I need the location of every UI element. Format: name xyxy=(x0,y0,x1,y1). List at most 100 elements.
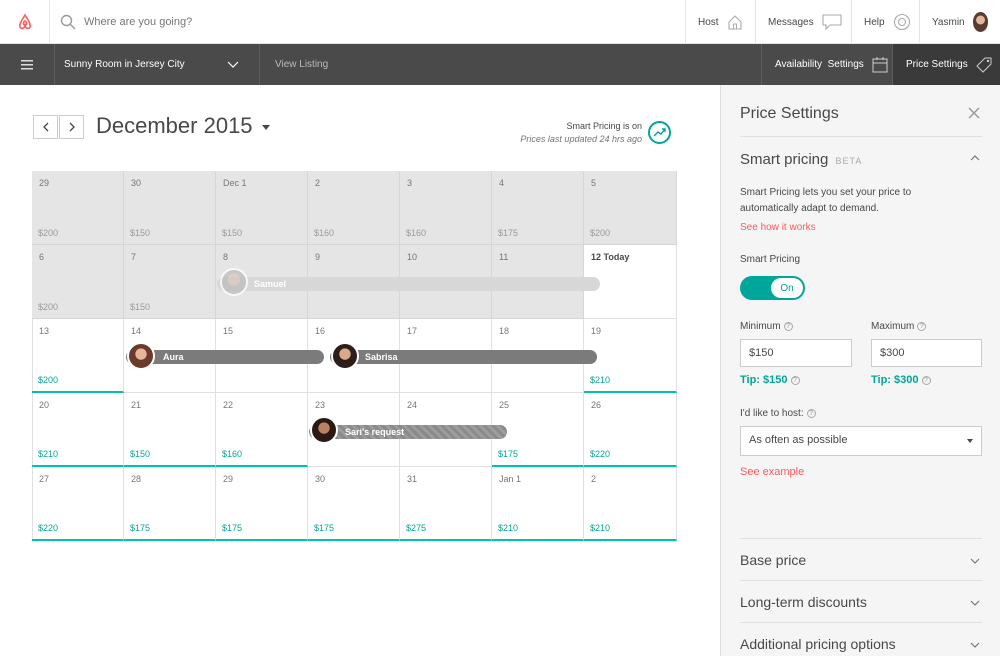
calendar-day[interactable]: 7 $150 xyxy=(124,245,216,319)
day-price: $210 xyxy=(38,449,59,459)
chevron-down-icon[interactable] xyxy=(970,556,980,566)
calendar-day[interactable]: 2 $210 xyxy=(584,467,677,541)
calendar-day[interactable]: 13 $200 xyxy=(32,319,124,393)
day-price: $175 xyxy=(498,228,519,238)
reservation-guest-name: Samuel xyxy=(254,279,287,289)
price-settings-tab[interactable]: Price Settings xyxy=(893,44,1000,85)
host-link[interactable]: Host xyxy=(685,0,755,44)
search-input[interactable]: Where are you going? xyxy=(84,16,192,28)
top-nav: Where are you going? Host Messages Help … xyxy=(0,0,1000,44)
reservation-bar-aura[interactable]: Aura xyxy=(126,350,324,364)
reservation-request-bar-sari[interactable]: Sari's request xyxy=(309,425,507,439)
calendar-day[interactable]: Jan 1 $210 xyxy=(492,467,584,541)
search-bar[interactable]: Where are you going? xyxy=(60,0,192,44)
availability-settings-tab[interactable]: Availability Settings xyxy=(761,44,893,85)
month-title[interactable]: December 2015 xyxy=(96,113,253,139)
menu-button[interactable] xyxy=(0,44,55,85)
month-dropdown-caret-icon[interactable] xyxy=(262,125,270,130)
calendar-day[interactable]: 6 $200 xyxy=(32,245,124,319)
reservation-guest-name: Sari's request xyxy=(345,427,405,437)
messages-label: Messages xyxy=(768,16,814,28)
calendar-day[interactable]: 29 $200 xyxy=(32,171,124,245)
day-price: $220 xyxy=(38,523,59,533)
smart-pricing-toggle[interactable]: On xyxy=(740,276,805,300)
user-name: Yasmin xyxy=(932,16,965,28)
calendar-day[interactable]: 30 $175 xyxy=(308,467,400,541)
day-number: 13 xyxy=(39,326,50,336)
minimum-tip-text: Tip: $150 xyxy=(740,374,788,386)
day-price: $200 xyxy=(38,302,59,312)
trend-arrow-icon xyxy=(653,128,666,137)
next-month-button[interactable] xyxy=(59,115,84,139)
help-question-icon[interactable]: ? xyxy=(783,321,793,331)
maximum-label-row: Maximum? xyxy=(871,319,927,335)
prev-month-button[interactable] xyxy=(33,115,58,139)
minimum-label-row: Minimum? xyxy=(740,319,793,335)
day-number: 22 xyxy=(223,400,234,410)
view-listing-label: View Listing xyxy=(275,59,329,70)
calendar-day[interactable]: 28 $175 xyxy=(124,467,216,541)
calendar-day[interactable]: Dec 1 $150 xyxy=(216,171,308,245)
listing-selector[interactable]: Sunny Room in Jersey City xyxy=(55,44,260,85)
close-icon[interactable] xyxy=(968,107,980,119)
calendar-day[interactable]: 19 $210 xyxy=(584,319,677,393)
divider xyxy=(740,136,982,137)
calendar-day[interactable]: 30 $150 xyxy=(124,171,216,245)
day-number: 28 xyxy=(131,474,142,484)
calendar-day[interactable]: 2 $160 xyxy=(308,171,400,245)
guest-avatar-samuel[interactable] xyxy=(220,268,248,296)
calendar-day[interactable]: 20 $210 xyxy=(32,393,124,467)
reservation-bar-samuel[interactable]: Samuel xyxy=(217,277,600,291)
chevron-down-icon[interactable] xyxy=(970,598,980,608)
additional-pricing-options-section[interactable]: Additional pricing options xyxy=(740,636,896,652)
help-link[interactable]: Help xyxy=(851,0,923,44)
calendar-day[interactable]: 31 $275 xyxy=(400,467,492,541)
toggle-state: On xyxy=(771,278,803,298)
day-number: 18 xyxy=(499,326,510,336)
help-question-icon[interactable]: ? xyxy=(921,375,931,385)
calendar-day[interactable]: 21 $150 xyxy=(124,393,216,467)
help-question-icon[interactable]: ? xyxy=(917,321,927,331)
messages-link[interactable]: Messages xyxy=(755,0,854,44)
user-avatar xyxy=(972,12,988,32)
guest-avatar-sabrisa[interactable] xyxy=(331,342,359,370)
minimum-price-input[interactable]: $150 xyxy=(740,339,852,367)
select-caret-icon xyxy=(967,439,973,443)
calendar-day[interactable]: 4 $175 xyxy=(492,171,584,245)
see-example-link[interactable]: See example xyxy=(740,464,804,480)
calendar-day[interactable]: 27 $220 xyxy=(32,467,124,541)
maximum-price-input[interactable]: $300 xyxy=(871,339,982,367)
calendar-day[interactable]: 3 $160 xyxy=(400,171,492,245)
smart-pricing-trend-icon[interactable] xyxy=(648,121,671,144)
calendar-day[interactable]: 22 $160 xyxy=(216,393,308,467)
chevron-up-icon[interactable] xyxy=(970,153,980,163)
smart-pricing-heading[interactable]: Smart pricing BETA xyxy=(740,151,862,168)
base-price-section[interactable]: Base price xyxy=(740,552,806,568)
airbnb-logo[interactable] xyxy=(0,0,50,44)
help-question-icon[interactable]: ? xyxy=(790,375,800,385)
calendar-day[interactable]: 29 $175 xyxy=(216,467,308,541)
availability-settings-label: Availability Settings xyxy=(775,59,864,70)
view-listing-link[interactable]: View Listing xyxy=(260,44,410,85)
see-how-it-works-link[interactable]: See how it works xyxy=(740,220,816,236)
long-term-discounts-section[interactable]: Long-term discounts xyxy=(740,594,867,610)
reservation-bar-sabrisa[interactable]: Sabrisa xyxy=(330,350,597,364)
day-number: Dec 1 xyxy=(223,178,247,188)
calendar-day[interactable]: 5 $200 xyxy=(584,171,677,245)
help-question-icon[interactable]: ? xyxy=(806,408,816,418)
day-number: 12 Today xyxy=(591,252,630,262)
smart-pricing-label: Smart Pricing xyxy=(740,254,801,265)
guest-avatar-aura[interactable] xyxy=(127,342,155,370)
reservation-guest-name: Sabrisa xyxy=(365,352,398,362)
day-number: 10 xyxy=(407,252,418,262)
chevron-down-icon[interactable] xyxy=(970,640,980,650)
listing-title: Sunny Room in Jersey City xyxy=(64,59,185,70)
host-frequency-label: I'd like to host: xyxy=(740,408,804,419)
host-frequency-select[interactable]: As often as possible xyxy=(740,426,982,456)
guest-avatar-sari[interactable] xyxy=(310,416,338,444)
user-menu[interactable]: Yasmin xyxy=(919,0,1000,44)
day-number: 29 xyxy=(39,178,50,188)
day-number: 27 xyxy=(39,474,50,484)
host-frequency-label-row: I'd like to host:? xyxy=(740,406,816,422)
calendar-day[interactable]: 26 $220 xyxy=(584,393,677,467)
